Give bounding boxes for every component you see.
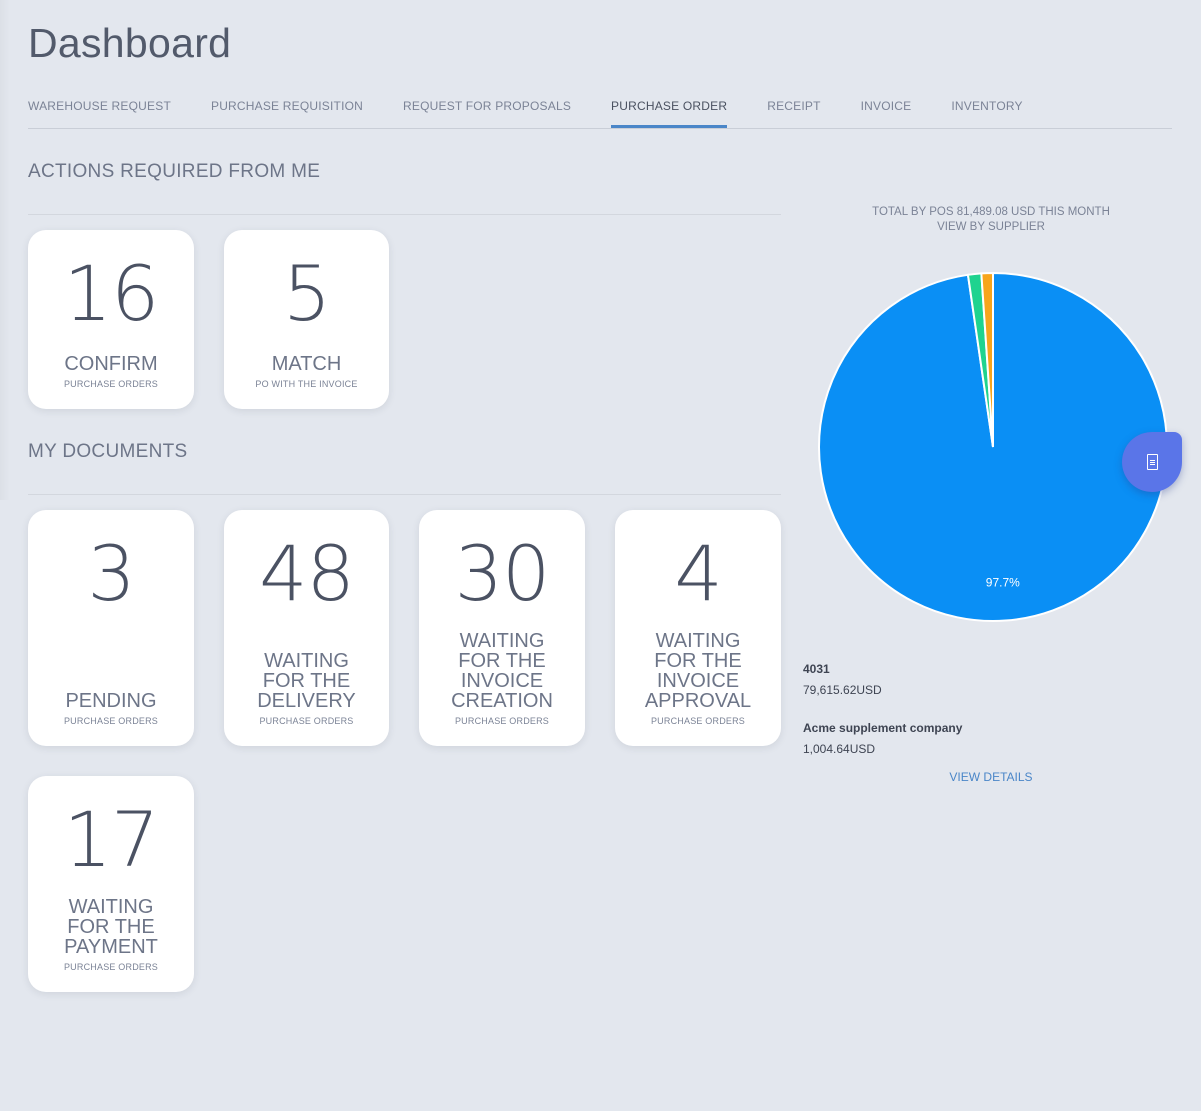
card-sublabel: PURCHASE ORDERS [454,716,549,726]
legend-item: 4031 79,615.62USD [803,662,882,697]
card-count: 4 [674,529,722,618]
legend-supplier-name: 4031 [803,662,830,676]
waiting-invoice-creation-card[interactable]: 30 WAITING FOR THE INVOICE CREATION PURC… [419,510,585,746]
pie-slice-label: 97.7% [986,575,1020,589]
chart-title-line: TOTAL BY POS 81,489.08 USD THIS MONTH [872,206,1110,218]
legend-item: Acme supplement company 1,004.64USD [803,721,962,756]
documents-section-title: MY DOCUMENTS [28,441,188,462]
card-label: WAITING FOR THE DELIVERY [257,650,356,712]
card-count: 30 [454,529,551,618]
actions-section-title: ACTIONS REQUIRED FROM ME [28,161,321,182]
card-label: CONFIRM [64,353,158,375]
card-label: MATCH [271,353,342,375]
chart-subtitle: VIEW BY SUPPLIER [937,221,1045,233]
card-label: PENDING [65,690,157,712]
card-label: WAITING FOR THE PAYMENT [64,896,158,958]
card-sublabel: PURCHASE ORDERS [63,716,158,726]
confirm-purchase-orders-card[interactable]: 16 CONFIRM PURCHASE ORDERS [28,230,194,409]
card-sublabel: PURCHASE ORDERS [63,962,158,972]
card-count: 3 [87,529,135,618]
match-po-invoice-card[interactable]: 5 MATCH PO WITH THE INVOICE [224,230,389,409]
card-label: WAITING FOR THE INVOICE CREATION [451,630,553,712]
tab-inventory[interactable]: INVENTORY [951,90,1022,127]
tab-purchase-requisition[interactable]: PURCHASE REQUISITION [211,90,363,127]
tab-warehouse-request[interactable]: WAREHOUSE REQUEST [28,90,171,127]
legend-supplier-name: Acme supplement company [803,721,963,735]
waiting-invoice-approval-card[interactable]: 4 WAITING FOR THE INVOICE APPROVAL PURCH… [615,510,781,746]
tab-receipt[interactable]: RECEIPT [767,90,820,127]
card-count: 17 [63,795,160,884]
tab-invoice[interactable]: INVOICE [861,90,912,127]
actions-section-divider [28,214,781,215]
chart-title: TOTAL BY POS 81,489.08 USD THIS MONTH VI… [800,205,1182,235]
module-tabs: WAREHOUSE REQUEST PURCHASE REQUISITION R… [28,90,1172,129]
card-count: 16 [63,249,160,338]
supplier-pie-chart[interactable]: 97.7% [817,271,1169,623]
pending-purchase-orders-card[interactable]: 3 PENDING PURCHASE ORDERS [28,510,194,746]
tab-request-for-proposals[interactable]: REQUEST FOR PROPOSALS [403,90,571,127]
card-count: 48 [259,529,355,618]
page-title: Dashboard [28,20,232,66]
view-details-link[interactable]: VIEW DETAILS [800,770,1182,784]
card-sublabel: PURCHASE ORDERS [650,716,745,726]
card-sublabel: PURCHASE ORDERS [63,379,158,389]
legend-supplier-amount: 1,004.64USD [803,742,876,756]
dashboard-page: Dashboard WAREHOUSE REQUEST PURCHASE REQ… [0,0,1201,1111]
card-sublabel: PURCHASE ORDERS [259,716,354,726]
legend-supplier-amount: 79,615.62USD [803,683,882,697]
document-icon [1146,454,1158,470]
waiting-delivery-card[interactable]: 48 WAITING FOR THE DELIVERY PURCHASE ORD… [224,510,389,746]
card-sublabel: PO WITH THE INVOICE [255,379,358,389]
sidebar-edge-shadow [0,0,10,500]
documents-section-divider [28,494,781,495]
waiting-payment-card[interactable]: 17 WAITING FOR THE PAYMENT PURCHASE ORDE… [28,776,194,992]
tab-purchase-order[interactable]: PURCHASE ORDER [611,90,728,128]
floating-action-button[interactable] [1122,432,1182,492]
card-label: WAITING FOR THE INVOICE APPROVAL [644,630,752,712]
card-count: 5 [282,249,331,338]
